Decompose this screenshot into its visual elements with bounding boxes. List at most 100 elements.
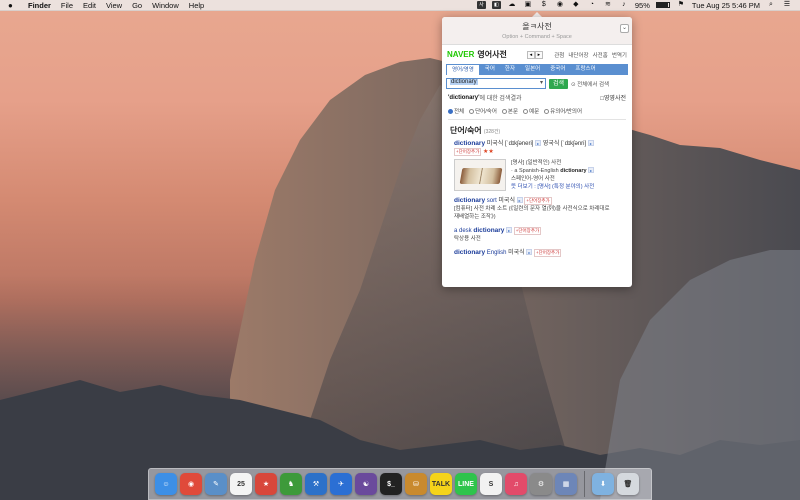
menu-finder[interactable]: Finder xyxy=(28,1,51,10)
menu-view[interactable]: View xyxy=(106,1,122,10)
more-meanings-link[interactable]: 뜻 더보기 : [명사] (특정 분야의) 사전 xyxy=(511,183,594,191)
search-input[interactable]: dictionary ▾ xyxy=(446,78,546,89)
section-title: 단어/숙어 (328건) xyxy=(450,126,501,135)
dropbox-icon[interactable]: ◆ xyxy=(571,1,581,9)
itunes-icon[interactable]: ♫ xyxy=(505,473,527,495)
speaker-icon[interactable]: ▸ xyxy=(526,249,533,255)
tab-korean[interactable]: 국어 xyxy=(480,64,500,75)
skype-icon[interactable]: S xyxy=(480,473,502,495)
spotlight-icon[interactable]: ⌕ xyxy=(766,1,776,9)
link-0[interactable]: 관첨 xyxy=(554,51,564,59)
dictionary-popover: 올ㅋ사전 Option + Command + Space ⌄ NAVER 영어… xyxy=(442,17,632,287)
photos-icon[interactable]: ▦ xyxy=(555,473,577,495)
add-to-wordbook-button[interactable]: +단어장추가 xyxy=(524,197,552,205)
speaker-icon[interactable]: ▸ xyxy=(506,227,513,233)
tab-french[interactable]: 프랑스어 xyxy=(570,64,600,75)
tab-english[interactable]: 영어/영영 xyxy=(446,64,480,75)
filter-words[interactable]: 단어/숙어 xyxy=(469,107,497,115)
link-wordbook[interactable]: 내단어장 xyxy=(568,51,588,59)
search-all-option[interactable]: ⊙ 전체에서 검색 xyxy=(571,80,609,88)
wifi-icon[interactable]: ≋ xyxy=(603,1,613,9)
battery-icon[interactable] xyxy=(655,2,670,8)
add-to-wordbook-button[interactable]: +단어장추가 xyxy=(454,148,482,156)
apple-menu-icon[interactable]: ● xyxy=(8,1,18,10)
chrome-icon[interactable]: ◉ xyxy=(180,473,202,495)
speaker-icon[interactable]: ▸ xyxy=(535,140,542,146)
dictionary-book-image xyxy=(454,159,506,191)
definition-line: [명사] (일반적인) 사전 xyxy=(511,160,562,166)
result-filters: 전체 단어/숙어 본문 예문 유의어/반의어 xyxy=(448,107,626,120)
example-line: · a Spanish-English dictionary ▸ xyxy=(511,167,595,174)
dictionary-name[interactable]: 영어사전 xyxy=(477,49,506,60)
entry-desk-dictionary: a desk dictionary ▸ +단어장추가 탁상용 사전 xyxy=(454,227,542,242)
flag-icon[interactable]: ⚑ xyxy=(676,1,686,9)
preview-icon[interactable]: ✎ xyxy=(205,473,227,495)
entry-dictionary-english: dictionary English 미국식 ▸ +단어장추가 xyxy=(454,249,562,257)
eye-icon[interactable]: ◉ xyxy=(555,1,565,9)
result-suffix: 에 대한 검색결과 xyxy=(479,96,522,102)
cloud-icon[interactable]: ☁ xyxy=(507,1,517,9)
popover-shortcut: Option + Command + Space xyxy=(502,34,572,40)
menu-window[interactable]: Window xyxy=(152,1,179,10)
notification-center-icon[interactable]: ☰ xyxy=(782,1,792,9)
menu-go[interactable]: Go xyxy=(132,1,142,10)
english-english-checkbox[interactable]: □영영사전 xyxy=(600,93,626,102)
evernote-icon[interactable]: ♞ xyxy=(280,473,302,495)
add-to-wordbook-button[interactable]: +단어장추가 xyxy=(513,227,542,235)
entry-word[interactable]: dictionary xyxy=(454,140,485,147)
entry-word[interactable]: dictionary xyxy=(454,249,485,256)
gauge-icon[interactable]: ◔ xyxy=(587,1,597,9)
section-count: (328건) xyxy=(483,129,501,135)
battery-percent[interactable]: 95% xyxy=(635,1,650,10)
downloads-folder-icon[interactable]: ⬇ xyxy=(592,473,614,495)
menu-edit[interactable]: Edit xyxy=(83,1,96,10)
sequel-pro-icon[interactable]: ⛁ xyxy=(405,473,427,495)
app-status-icon[interactable]: ◧ xyxy=(491,1,501,9)
github-icon[interactable]: ☯ xyxy=(355,473,377,495)
terminal-icon[interactable]: $_ xyxy=(380,473,402,495)
add-to-wordbook-button[interactable]: +단어장추가 xyxy=(534,249,562,257)
menu-file[interactable]: File xyxy=(61,1,73,10)
search-input-value: dictionary xyxy=(450,79,478,85)
search-dropdown-icon[interactable]: ▾ xyxy=(540,79,543,86)
filter-body[interactable]: 본문 xyxy=(501,107,518,115)
clock[interactable]: Tue Aug 25 5:46 PM xyxy=(692,1,760,10)
menu-help[interactable]: Help xyxy=(189,1,204,10)
kakaotalk-icon[interactable]: TALK xyxy=(430,473,452,495)
link-translator[interactable]: 번역기 xyxy=(612,51,627,59)
calendar-icon[interactable]: 25 xyxy=(230,473,252,495)
popover-menu-button[interactable]: ⌄ xyxy=(620,24,629,33)
line-icon[interactable]: LINE xyxy=(455,473,477,495)
speaker-icon[interactable]: ▸ xyxy=(516,197,523,203)
tab-chinese[interactable]: 중국어 xyxy=(545,64,570,75)
filter-all[interactable]: 전체 xyxy=(448,107,464,115)
filter-synonyms[interactable]: 유의어/반의어 xyxy=(544,107,582,115)
finder-icon[interactable]: ☺ xyxy=(155,473,177,495)
filter-examples[interactable]: 예문 xyxy=(523,107,539,115)
definition-block: [명사] (일반적인) 사전 · a Spanish-English dicti… xyxy=(454,159,624,191)
dictionary-app-status-icon[interactable]: 사 xyxy=(476,1,486,9)
nav-prev-button[interactable]: ◂ xyxy=(526,50,535,59)
example-translation: 스페인어-영어 사전 xyxy=(511,176,555,182)
dollar-icon[interactable]: $ xyxy=(539,1,549,9)
dock-separator xyxy=(584,471,585,497)
xcode-instruments-icon[interactable]: ✈ xyxy=(330,473,352,495)
language-tabs: 영어/영영 국어 한자 일본어 중국어 프랑스어 xyxy=(446,64,628,75)
xcode-icon[interactable]: ⚒ xyxy=(305,473,327,495)
speaker-icon[interactable]: ▸ xyxy=(587,140,594,146)
wunderlist-icon[interactable]: ★ xyxy=(255,473,277,495)
tab-hanja[interactable]: 한자 xyxy=(500,64,520,75)
speaker-icon[interactable]: ▸ xyxy=(588,167,595,173)
tab-japanese[interactable]: 일본어 xyxy=(520,64,545,75)
link-dict-home[interactable]: 사전홈 xyxy=(593,51,608,59)
system-preferences-icon[interactable]: ⚙ xyxy=(530,473,552,495)
nav-next-button[interactable]: ▸ xyxy=(534,50,543,59)
entry-word[interactable]: dictionary xyxy=(473,227,504,234)
trash-icon[interactable]: 🗑 xyxy=(617,473,639,495)
naver-logo[interactable]: NAVER xyxy=(447,50,474,59)
box-icon[interactable]: ▣ xyxy=(523,1,533,9)
naver-bar: NAVER 영어사전 ◂ ▸ 관첨 내단어장 사전홈 번역기 xyxy=(442,45,632,62)
entry-word[interactable]: dictionary xyxy=(454,197,485,204)
volume-icon[interactable]: ♪ xyxy=(619,1,629,9)
search-button[interactable]: 검색 xyxy=(549,78,569,89)
